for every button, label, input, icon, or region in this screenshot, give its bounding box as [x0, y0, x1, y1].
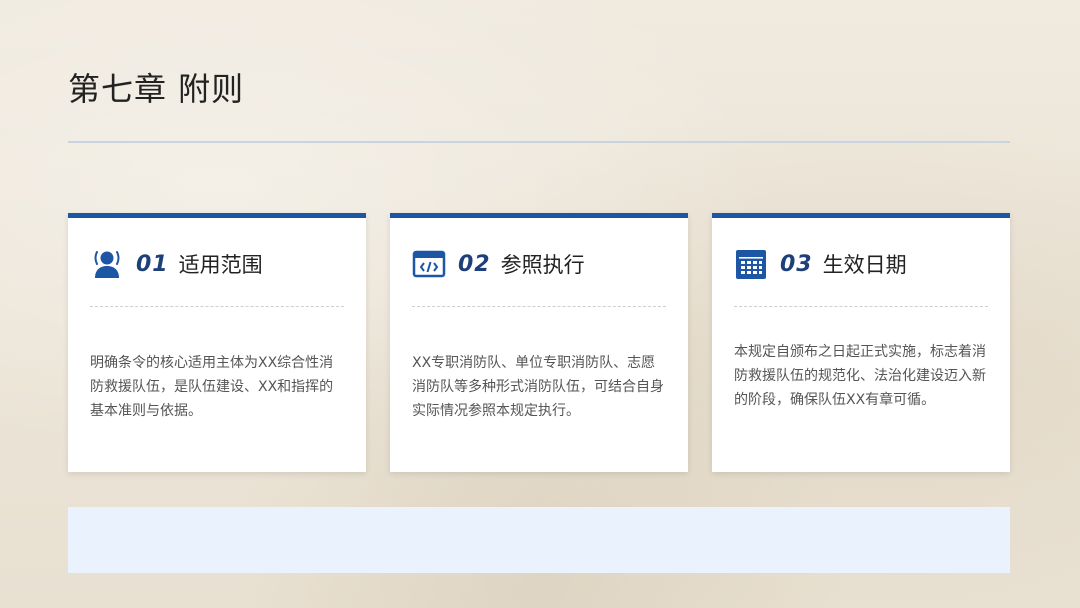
card-divider: [734, 306, 988, 307]
code-window-icon: [412, 247, 446, 281]
card-body: 本规定自颁布之日起正式实施，标志着消防救援队伍的规范化、法治化建设迈入新的阶段，…: [734, 344, 986, 408]
card-scope: 01 适用范围 明确条令的核心适用主体为XX综合性消防救援队伍，是队伍建设、XX…: [68, 213, 366, 472]
card-number: 02: [458, 251, 491, 277]
title-divider: [68, 141, 1010, 143]
card-header: 03 生效日期: [734, 246, 907, 282]
card-divider: [90, 306, 344, 307]
card-reference: 02 参照执行 XX专职消防队、单位专职消防队、志愿消防队等多种形式消防队伍，可…: [390, 213, 688, 472]
person-icon: [90, 247, 124, 281]
card-title: 生效日期: [822, 253, 907, 277]
card-body: XX专职消防队、单位专职消防队、志愿消防队等多种形式消防队伍，可结合自身实际情况…: [412, 355, 664, 419]
card-header: 02 参照执行: [412, 246, 585, 282]
card-body: 明确条令的核心适用主体为XX综合性消防救援队伍，是队伍建设、XX和指挥的基本准则…: [90, 355, 334, 419]
card-title: 适用范围: [178, 253, 263, 277]
bottom-banner: [68, 507, 1010, 573]
page-title: 第七章 附则: [68, 70, 245, 108]
card-number: 01: [136, 251, 169, 277]
card-header: 01 适用范围: [90, 246, 263, 282]
card-effective-date: 03 生效日期 本规定自颁布之日起正式实施，标志着消防救援队伍的规范化、法治化建…: [712, 213, 1010, 472]
card-title: 参照执行: [500, 253, 585, 277]
calendar-icon: [734, 247, 768, 281]
card-divider: [412, 306, 666, 307]
card-number: 03: [780, 251, 813, 277]
